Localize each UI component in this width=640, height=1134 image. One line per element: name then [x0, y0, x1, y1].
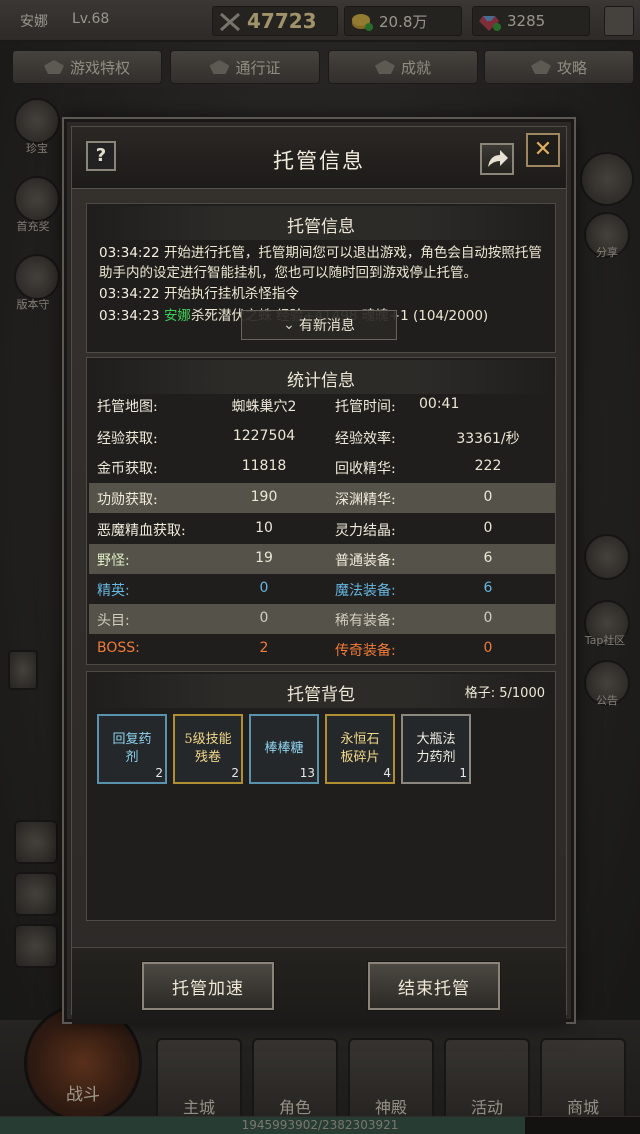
log-time: 03:34:23 — [99, 307, 160, 324]
stat-label: 功勋获取: — [97, 492, 158, 508]
modal-body: ? 托管信息 ✕ 托管信息 03:34:22 开始进行托管，托管期间您可以退出游… — [71, 126, 567, 1024]
stat-value: 6 — [483, 580, 493, 596]
auto-battle-modal: ? 托管信息 ✕ 托管信息 03:34:22 开始进行托管，托管期间您可以退出游… — [64, 119, 574, 1024]
stat-label: 深渊精华: — [335, 492, 396, 508]
stats-panel-title: 统计信息 — [287, 371, 355, 391]
log-player-highlight: 安娜 — [163, 307, 191, 324]
log-time: 03:34:22 — [99, 245, 160, 261]
stats-row: 托管地图: 蜘蛛巢穴2 托管时间: 00:41 — [89, 390, 555, 420]
stat-label: 托管时间: — [335, 399, 396, 415]
bag-item-count: 2 — [155, 766, 163, 780]
bag-item[interactable]: 棒棒糖 13 — [249, 714, 319, 784]
share-button[interactable] — [480, 143, 514, 175]
bag-item-name: 回复药剂 — [112, 732, 152, 765]
stat-value: 蜘蛛巢穴2 — [231, 399, 297, 415]
stats-row: BOSS: 2 传奇装备: 0 — [89, 634, 555, 664]
modal-footer: 托管加速 结束托管 — [72, 947, 566, 1024]
stats-row: 功勋获取: 190 深渊精华: 0 — [89, 483, 555, 513]
bag-panel: 托管背包 格子: 5/1000 回复药剂 2 5级技能残卷 2 棒棒糖 13 永… — [86, 671, 556, 921]
stats-row: 恶魔精血获取: 10 灵力结晶: 0 — [89, 514, 555, 544]
share-arrow-icon — [488, 150, 508, 167]
stat-value: 0 — [483, 520, 493, 536]
stat-label: 灵力结晶: — [335, 523, 396, 539]
stat-label: BOSS: — [97, 640, 140, 656]
stat-value: 19 — [255, 550, 273, 566]
new-message-label: 有新消息 — [298, 318, 355, 334]
bag-item[interactable]: 5级技能残卷 2 — [173, 714, 243, 784]
stat-value: 2 — [259, 640, 269, 656]
bag-item-count: 4 — [383, 766, 391, 780]
stat-label: 托管地图: — [97, 399, 158, 415]
stat-value: 33361/秒 — [456, 431, 520, 447]
stat-label: 普通装备: — [335, 553, 396, 569]
bag-item-name: 大瓶法力药剂 — [416, 732, 456, 765]
stats-row: 头目: 0 稀有装备: 0 — [89, 604, 555, 634]
stats-row: 经验获取: 1227504 经验效率: 33361/秒 — [89, 422, 555, 452]
stat-value: 190 — [250, 489, 278, 505]
stat-value: 6 — [483, 550, 493, 566]
stat-label: 经验效率: — [335, 431, 396, 447]
bag-item-count: 1 — [459, 766, 467, 780]
chevron-down-icon: ⌄ — [283, 317, 295, 333]
bag-item-count: 2 — [231, 766, 239, 780]
stat-label: 传奇装备: — [335, 643, 396, 659]
stat-value: 0 — [259, 610, 269, 626]
stat-label: 金币获取: — [97, 461, 158, 477]
stat-value: 222 — [474, 458, 502, 474]
stat-label: 恶魔精血获取: — [97, 523, 186, 539]
modal-header: ? 托管信息 ✕ — [72, 127, 566, 189]
bag-item-count: 13 — [299, 766, 315, 780]
bag-item-name: 5级技能残卷 — [184, 732, 232, 765]
stat-value: 00:41 — [419, 396, 460, 412]
stat-label: 精英: — [97, 583, 130, 599]
stats-panel: 统计信息 托管地图: 蜘蛛巢穴2 托管时间: 00:41 经验获取: 12275… — [86, 357, 556, 665]
stat-label: 野怪: — [97, 553, 130, 569]
bag-item-name: 永恒石板碎片 — [340, 732, 380, 765]
stat-label: 魔法装备: — [335, 583, 396, 599]
log-text: 开始执行挂机杀怪指令 — [163, 286, 299, 302]
log-time: 03:34:22 — [99, 286, 160, 302]
stat-value: 1227504 — [232, 428, 296, 444]
end-auto-battle-button[interactable]: 结束托管 — [367, 961, 501, 1011]
stats-row: 金币获取: 11818 回收精华: 222 — [89, 452, 555, 482]
log-panel: 托管信息 03:34:22 开始进行托管，托管期间您可以退出游戏，角色会自动按照… — [86, 203, 556, 353]
speed-up-button[interactable]: 托管加速 — [141, 961, 275, 1011]
log-panel-title: 托管信息 — [287, 217, 355, 237]
new-message-button[interactable]: ⌄ 有新消息 — [241, 310, 397, 340]
stat-label: 回收精华: — [335, 461, 396, 477]
stats-row: 野怪: 19 普通装备: 6 — [89, 544, 555, 574]
stat-label: 经验获取: — [97, 431, 158, 447]
stat-value: 0 — [259, 580, 269, 596]
log-line: 03:34:22 开始执行挂机杀怪指令 — [99, 285, 545, 305]
bag-item-name: 棒棒糖 — [264, 741, 304, 756]
close-button[interactable]: ✕ — [526, 133, 560, 167]
stat-value: 0 — [483, 640, 493, 656]
stat-value: 10 — [255, 520, 273, 536]
bag-item[interactable]: 大瓶法力药剂 1 — [401, 714, 471, 784]
bag-item[interactable]: 永恒石板碎片 4 — [325, 714, 395, 784]
stat-value: 0 — [483, 489, 493, 505]
bag-item[interactable]: 回复药剂 2 — [97, 714, 167, 784]
stat-label: 稀有装备: — [335, 613, 396, 629]
stat-value: 11818 — [241, 458, 287, 474]
bag-capacity: 格子: 5/1000 — [464, 686, 545, 701]
stat-label: 头目: — [97, 613, 130, 629]
log-line: 03:34:22 开始进行托管，托管期间您可以退出游戏，角色会自动按照托管助手内… — [99, 244, 545, 283]
log-text: 开始进行托管，托管期间您可以退出游戏，角色会自动按照托管助手内的设定进行智能挂机… — [99, 245, 542, 281]
stat-value: 0 — [483, 610, 493, 626]
stats-row: 精英: 0 魔法装备: 6 — [89, 574, 555, 604]
